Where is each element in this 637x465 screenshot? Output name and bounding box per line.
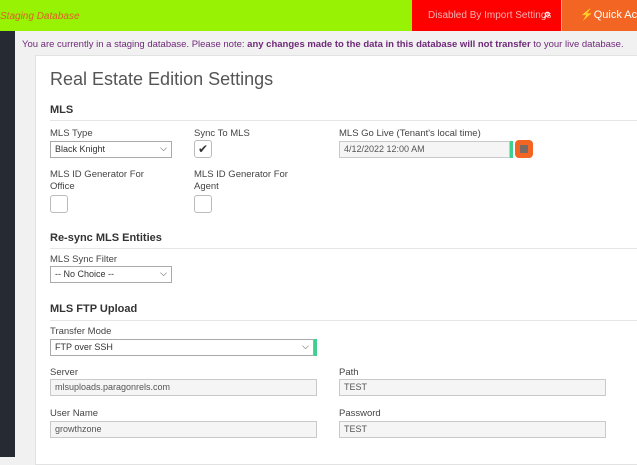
agent-checkbox[interactable] (194, 195, 212, 213)
chevron-down-icon: ⌵ (160, 268, 167, 278)
staging-label: Staging Database (0, 11, 80, 22)
path-input[interactable]: TEST (339, 379, 606, 396)
transfer-mode-select[interactable]: FTP over SSH ⌵ (50, 339, 314, 356)
sync-filter-select[interactable]: -- No Choice -- ⌵ (50, 266, 172, 283)
golive-input[interactable]: 4/12/2022 12:00 AM (339, 141, 510, 158)
page-title: Real Estate Edition Settings (50, 69, 274, 89)
calendar-button[interactable] (515, 140, 533, 158)
agent-label: MLS ID Generator For Agent (194, 169, 288, 192)
quick-actions-button[interactable]: ⚡Quick Actions (562, 0, 637, 31)
mode-label: Transfer Mode (50, 326, 112, 337)
sync-to-mls-checkbox[interactable]: ✔ (194, 140, 212, 158)
username-input[interactable]: growthzone (50, 421, 317, 438)
sync-label: Sync To MLS (194, 128, 250, 139)
sidebar (0, 31, 15, 457)
mls-heading: MLS (50, 104, 74, 116)
office-label: MLS ID Generator For Office (50, 169, 144, 192)
filter-label: MLS Sync Filter (50, 254, 118, 265)
ftp-heading: MLS FTP Upload (50, 303, 138, 315)
chevron-down-icon: ⌵ (160, 143, 167, 153)
calendar-icon (520, 145, 528, 153)
golive-label: MLS Go Live (Tenant's local time) (339, 128, 481, 139)
password-label: Password (339, 408, 381, 419)
staging-notice: You are currently in a staging database.… (22, 39, 624, 50)
valid-indicator (510, 141, 513, 158)
divider (50, 248, 637, 249)
chevron-down-icon: ⌵ (302, 341, 309, 351)
search-icon[interactable]: ⌕ (544, 6, 551, 22)
divider (50, 120, 637, 121)
password-input[interactable]: TEST (339, 421, 606, 438)
server-input[interactable]: mlsuploads.paragonrels.com (50, 379, 317, 396)
disabled-import-button[interactable]: Disabled By Import Settings ⌕ (412, 0, 561, 31)
office-checkbox[interactable] (50, 195, 68, 213)
mls-type-select[interactable]: Black Knight ⌵ (50, 141, 172, 158)
path-label: Path (339, 367, 359, 378)
settings-card (35, 55, 637, 465)
server-label: Server (50, 367, 78, 378)
mls-type-label: MLS Type (50, 128, 93, 139)
valid-indicator (314, 339, 317, 356)
lightning-icon: ⚡ (580, 9, 594, 21)
user-label: User Name (50, 408, 99, 419)
divider (50, 320, 637, 321)
resync-heading: Re-sync MLS Entities (50, 232, 162, 244)
